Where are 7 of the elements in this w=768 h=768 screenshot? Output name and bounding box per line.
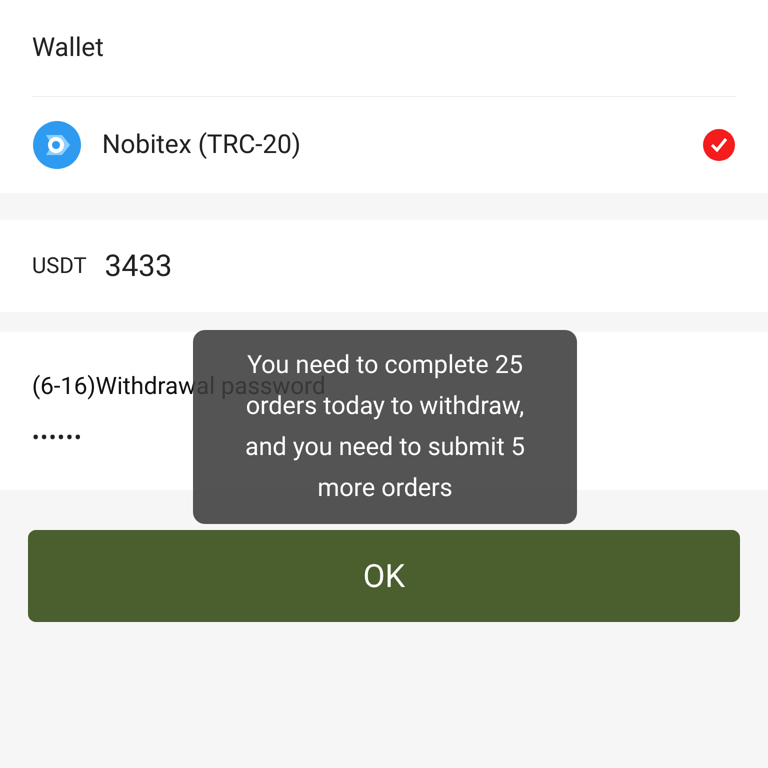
ok-button[interactable]: OK <box>28 530 740 622</box>
amount-field[interactable]: 3433 <box>104 244 172 288</box>
wallet-name[interactable]: Nobitex (TRC-20) <box>102 126 682 164</box>
section-title: Wallet <box>32 0 736 97</box>
password-field[interactable]: •••••• <box>32 422 83 454</box>
wallet-logo-icon <box>32 120 82 170</box>
currency-label: USDT <box>32 252 87 280</box>
